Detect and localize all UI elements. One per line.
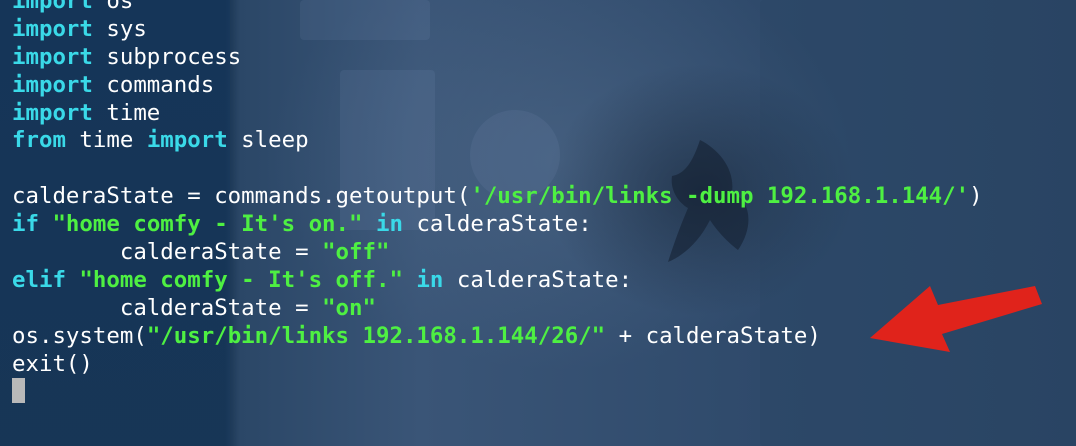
code-line: elif "home comfy - It's off." in caldera… <box>12 267 983 295</box>
code-keyword: import <box>12 99 93 126</box>
code-string: "home comfy - It's off." <box>79 266 403 293</box>
code-keyword: from <box>12 127 66 154</box>
code-text: sys <box>92 15 147 42</box>
code-line: os.system("/usr/bin/links 192.168.1.144/… <box>12 323 983 351</box>
code-line: import subprocess <box>12 44 983 72</box>
red-arrow-icon <box>870 286 1042 352</box>
code-text: time <box>65 127 147 154</box>
code-keyword: import <box>12 71 93 98</box>
code-text: calderaState: <box>402 211 592 238</box>
code-text: commands <box>92 71 215 98</box>
code-line: calderaState = "off" <box>12 239 983 267</box>
code-string: "off" <box>322 239 390 266</box>
code-keyword: if <box>12 211 39 238</box>
code-text: calderaState: <box>443 266 633 293</box>
code-editor[interactable]: import os import sys import subprocess impo… <box>12 0 983 406</box>
code-text: exit() <box>12 350 93 377</box>
code-string: "home comfy - It's on." <box>52 211 363 238</box>
code-line: import sys <box>12 16 983 44</box>
code-text: + calderaState) <box>605 322 821 349</box>
code-keyword: in <box>416 266 444 293</box>
code-keyword: elif <box>12 266 66 293</box>
code-string: '/usr/bin/links -dump 192.168.1.144/' <box>470 183 970 210</box>
code-line: calderaState = "on" <box>12 295 983 323</box>
code-text: calderaState = <box>12 294 323 321</box>
code-line: from time import sleep <box>12 127 983 155</box>
code-keyword: import <box>12 15 93 42</box>
code-text: time <box>92 99 161 126</box>
code-keyword: import <box>146 127 228 154</box>
code-line: calderaState = commands.getoutput('/usr/… <box>12 183 983 211</box>
code-line: exit() <box>12 351 983 379</box>
code-line: import time <box>12 100 983 128</box>
code-text: subprocess <box>92 43 242 70</box>
terminal-window[interactable]: import os import sys import subprocess impo… <box>0 0 1076 446</box>
code-line: import os <box>12 0 983 16</box>
code-text: ) <box>969 183 983 210</box>
code-text: os.system( <box>12 322 147 349</box>
code-string: "on" <box>322 294 376 321</box>
text-cursor <box>12 378 25 404</box>
code-text: os <box>92 0 134 14</box>
code-string: "/usr/bin/links 192.168.1.144/26/" <box>146 322 606 349</box>
code-line: if "home comfy - It's on." in calderaSta… <box>12 211 983 239</box>
code-line: import commands <box>12 72 983 100</box>
code-text: calderaState = commands.getoutput( <box>12 183 471 210</box>
cursor-line <box>12 378 983 406</box>
code-text: calderaState = <box>12 239 323 266</box>
code-keyword: in <box>376 211 403 238</box>
code-keyword: import <box>12 0 93 14</box>
code-keyword: import <box>12 43 93 70</box>
code-text: sleep <box>227 127 309 154</box>
